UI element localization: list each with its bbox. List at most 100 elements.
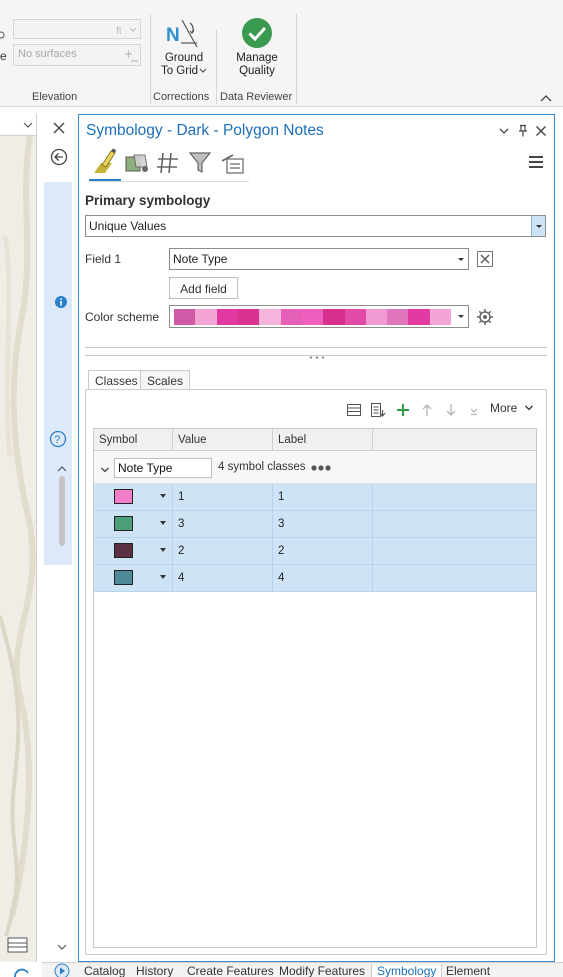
chevron-down-icon[interactable]	[454, 306, 468, 327]
symbol-swatch[interactable]	[114, 489, 133, 504]
value-cell[interactable]: 3	[173, 511, 273, 538]
manage-quality-button[interactable]: Manage Quality	[226, 52, 288, 78]
chevron-down-icon[interactable]	[160, 575, 166, 579]
classes-panel: More Symbol Value Label Note Type 4 symb…	[85, 389, 547, 955]
color-scheme-settings-gear-icon[interactable]	[476, 308, 494, 326]
primary-symbology-tab-icon[interactable]	[91, 147, 119, 177]
surface-settings-icon[interactable]	[122, 48, 140, 64]
play-circle-icon[interactable]	[54, 963, 70, 977]
table-row[interactable]: 11	[94, 484, 536, 511]
symbol-swatch[interactable]	[114, 543, 133, 558]
chevron-down-icon[interactable]	[160, 548, 166, 552]
more-label: More	[490, 401, 518, 415]
color-ramp-segment	[344, 309, 366, 325]
svg-text:ft: ft	[116, 26, 122, 36]
symbol-cell[interactable]	[94, 565, 173, 592]
move-to-bottom-icon[interactable]	[466, 402, 482, 418]
vary-symbology-tab-icon[interactable]	[123, 147, 151, 177]
color-ramp-segment	[387, 309, 409, 325]
chevron-down-icon[interactable]	[160, 521, 166, 525]
label-cell[interactable]: 4	[273, 565, 373, 592]
header-value[interactable]: Value	[173, 429, 273, 451]
group-count-text: 4 symbol classes	[218, 461, 306, 473]
renderer-value: Unique Values	[89, 219, 167, 233]
chevron-down-icon[interactable]	[531, 216, 545, 236]
bottom-tab-modify-features[interactable]: Modify Features	[279, 964, 365, 977]
bottom-tab-create-features[interactable]: Create Features	[187, 964, 274, 977]
chevron-down-icon[interactable]	[0, 114, 37, 136]
ribbon-cut-icon[interactable]	[0, 30, 8, 44]
symbol-swatch[interactable]	[114, 570, 133, 585]
field1-dropdown[interactable]: Note Type	[169, 248, 469, 270]
renderer-dropdown[interactable]: Unique Values	[85, 215, 546, 237]
color-scheme-dropdown[interactable]	[169, 305, 469, 328]
ground-to-grid-label-1: Ground	[164, 52, 204, 64]
group-field-input[interactable]: Note Type	[114, 458, 212, 478]
scroll-down-icon[interactable]	[57, 940, 67, 950]
color-ramp-segment	[408, 309, 430, 325]
remove-field-icon[interactable]	[477, 251, 493, 267]
ribbon-separator	[150, 14, 151, 104]
ribbon-separator	[216, 30, 217, 104]
list-view-icon[interactable]	[346, 402, 362, 418]
scroll-up-icon[interactable]	[57, 462, 67, 472]
header-label[interactable]: Label	[273, 429, 373, 451]
chevron-down-icon[interactable]	[454, 249, 468, 269]
close-pane-icon[interactable]	[534, 124, 548, 138]
z-unit-arrow-icon[interactable]: ft	[116, 24, 138, 37]
group-label-corrections: Corrections	[153, 91, 210, 103]
value-cell[interactable]: 2	[173, 538, 273, 565]
symbol-cell[interactable]	[94, 484, 173, 511]
collapse-group-chevron-icon[interactable]	[100, 463, 110, 473]
table-icon[interactable]	[7, 936, 29, 954]
label-cell[interactable]: 1	[273, 484, 373, 511]
info-icon[interactable]	[55, 296, 67, 308]
bottom-tab-symbology[interactable]: Symbology	[371, 964, 443, 977]
bottom-tab-history[interactable]: History	[136, 964, 173, 977]
add-class-plus-icon[interactable]	[395, 402, 411, 418]
ribbon-separator	[296, 14, 297, 104]
table-row[interactable]: 44	[94, 565, 536, 592]
section-splitter-lower	[85, 355, 547, 356]
table-row[interactable]: 22	[94, 538, 536, 565]
collapse-ribbon-icon[interactable]	[540, 92, 552, 102]
symbol-swatch[interactable]	[114, 516, 133, 531]
bottom-tab-catalog[interactable]: Catalog	[84, 964, 125, 977]
pin-icon[interactable]	[516, 124, 530, 138]
value-cell[interactable]: 4	[173, 565, 273, 592]
label-cell[interactable]: 2	[273, 538, 373, 565]
value-cell[interactable]: 1	[173, 484, 273, 511]
tab-scales[interactable]: Scales	[140, 370, 191, 390]
filter-tab-icon[interactable]	[187, 147, 215, 177]
label-cell[interactable]: 3	[273, 511, 373, 538]
classes-grid: Symbol Value Label Note Type 4 symbol cl…	[93, 428, 537, 948]
pane-menu-chevron-icon[interactable]	[497, 124, 511, 138]
close-icon[interactable]	[51, 120, 67, 136]
section-splitter[interactable]	[85, 347, 547, 348]
group-options-ellipsis-icon[interactable]	[310, 462, 332, 472]
header-symbol[interactable]: Symbol	[94, 429, 173, 451]
check-circle-icon[interactable]	[241, 17, 273, 49]
symbol-cell[interactable]	[94, 538, 173, 565]
label-classes-tab-icon[interactable]	[155, 147, 183, 177]
scrollbar-thumb[interactable]	[59, 476, 65, 546]
hamburger-menu-icon[interactable]	[528, 155, 544, 169]
ground-to-grid-icon[interactable]: N	[165, 17, 199, 51]
table-row[interactable]: 33	[94, 511, 536, 538]
symbol-cell[interactable]	[94, 511, 173, 538]
more-menu-button[interactable]: More	[490, 401, 534, 415]
chevron-down-icon[interactable]	[160, 494, 166, 498]
move-down-arrow-icon[interactable]	[443, 402, 459, 418]
help-icon[interactable]: ?	[49, 430, 67, 448]
tab-classes[interactable]: Classes	[88, 370, 145, 391]
symbology-properties-tab-icon[interactable]	[219, 147, 247, 177]
bottom-tab-element[interactable]: Element	[446, 964, 490, 977]
add-all-values-icon[interactable]	[370, 402, 386, 418]
map-view[interactable]	[0, 114, 37, 962]
move-up-arrow-icon[interactable]	[419, 402, 435, 418]
splitter-grip-icon[interactable]	[308, 349, 326, 359]
back-icon[interactable]	[50, 148, 68, 166]
refresh-icon[interactable]	[12, 965, 32, 977]
ground-to-grid-button[interactable]: Ground To Grid	[158, 52, 210, 78]
add-field-button[interactable]: Add field	[169, 277, 238, 299]
